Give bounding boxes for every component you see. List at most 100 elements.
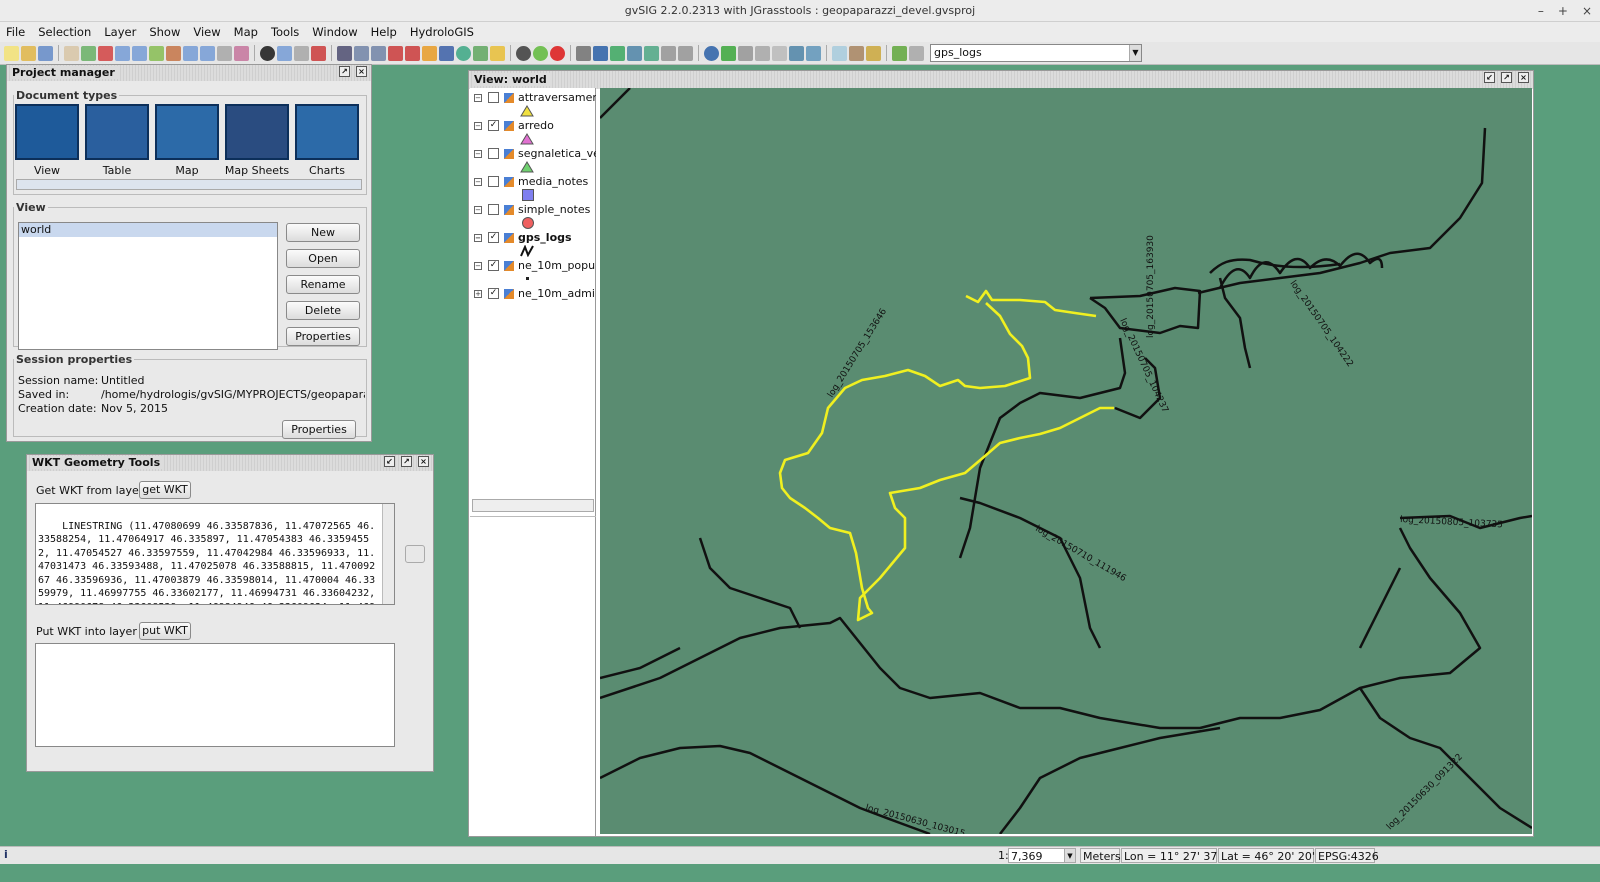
export-icon[interactable]	[627, 45, 642, 61]
views-list[interactable]: world	[18, 222, 278, 350]
undock-icon[interactable]: ↗	[401, 456, 412, 467]
info-icon[interactable]	[260, 45, 275, 61]
menu-tools[interactable]: Tools	[271, 25, 299, 39]
layer-checkbox[interactable]	[488, 92, 499, 103]
select-rect-icon[interactable]	[354, 45, 369, 61]
select-circle-icon[interactable]	[405, 45, 420, 61]
clipboard-icon[interactable]	[849, 45, 864, 61]
globe-icon[interactable]	[456, 45, 471, 61]
doc-types-scrollbar[interactable]	[16, 179, 362, 190]
layer-checkbox[interactable]: ✓	[488, 232, 499, 243]
new-button[interactable]: New	[286, 223, 360, 242]
put-wkt-text-area[interactable]	[35, 643, 395, 747]
list-item[interactable]: world	[19, 223, 277, 237]
document-icon[interactable]	[789, 45, 804, 61]
select-poly-icon[interactable]	[371, 45, 386, 61]
layer-checkbox[interactable]	[488, 148, 499, 159]
zoom-box-icon[interactable]	[217, 45, 232, 61]
minimize-button[interactable]: –	[1538, 0, 1544, 22]
chevron-down-icon[interactable]: ▼	[1064, 849, 1075, 862]
select-line-icon[interactable]	[388, 45, 403, 61]
edit-icon[interactable]	[490, 45, 505, 61]
menu-window[interactable]: Window	[312, 25, 357, 39]
world-icon[interactable]	[704, 45, 719, 61]
close-icon[interactable]: ×	[356, 66, 367, 77]
search-icon[interactable]	[806, 45, 821, 61]
alert-icon[interactable]	[550, 45, 565, 61]
wkt-text-area[interactable]: LINESTRING (11.47080699 46.33587836, 11.…	[35, 503, 395, 605]
frame-icon[interactable]	[234, 45, 249, 61]
close-icon[interactable]: ×	[1518, 72, 1529, 83]
doc-type-map-sheets[interactable]: Map Sheets	[224, 104, 290, 177]
new-project-icon[interactable]	[4, 45, 19, 61]
layer-item[interactable]: − segnaletica_ve	[470, 147, 596, 161]
collapse-icon[interactable]: −	[474, 94, 482, 102]
undock-icon[interactable]: ↗	[339, 66, 350, 77]
delete-button[interactable]: Delete	[286, 301, 360, 320]
rename-button[interactable]: Rename	[286, 275, 360, 294]
put-wkt-button[interactable]: put WKT	[139, 622, 191, 640]
doc-type-charts[interactable]: Charts	[294, 104, 360, 177]
pan-icon[interactable]	[64, 45, 79, 61]
import-icon[interactable]	[644, 45, 659, 61]
layer-checkbox[interactable]	[488, 176, 499, 187]
layer-item[interactable]: + ✓ ne_10m_admin	[470, 287, 596, 301]
add-layer-icon[interactable]	[473, 45, 488, 61]
layer-item[interactable]: − ✓ ne_10m_popul	[470, 259, 596, 273]
view-properties-button[interactable]: Properties	[286, 327, 360, 346]
layer-item[interactable]: − attraversamen	[470, 91, 596, 105]
zoom-in-icon[interactable]	[115, 45, 130, 61]
doc-type-table[interactable]: Table	[84, 104, 150, 177]
raster-icon[interactable]	[610, 45, 625, 61]
zoom-select-icon[interactable]	[98, 45, 113, 61]
map-svg[interactable]: log_20150705_153646 log_20150705_163930 …	[600, 88, 1532, 834]
menu-file[interactable]: File	[6, 25, 25, 39]
network-icon[interactable]	[678, 45, 693, 61]
wkt-scrollbar[interactable]	[382, 504, 394, 604]
collapse-icon[interactable]: −	[474, 178, 482, 186]
menu-help[interactable]: Help	[371, 25, 397, 39]
layer-edit-icon[interactable]	[892, 45, 907, 61]
layer-checkbox[interactable]: ✓	[488, 260, 499, 271]
table-icon[interactable]	[832, 45, 847, 61]
green-layer-icon[interactable]	[721, 45, 736, 61]
collapse-icon[interactable]: −	[474, 122, 482, 130]
epsg-field[interactable]: EPSG:4326	[1315, 848, 1379, 863]
minimize-icon[interactable]: ↙	[384, 456, 395, 467]
filter-icon[interactable]	[439, 45, 454, 61]
collapse-icon[interactable]: −	[474, 206, 482, 214]
layer-item[interactable]: − ✓ gps_logs	[470, 231, 596, 245]
scale-input[interactable]: 7,369 ▼	[1008, 848, 1076, 863]
close-button[interactable]: ×	[1582, 0, 1592, 22]
menu-layer[interactable]: Layer	[104, 25, 136, 39]
layer-checkbox[interactable]: ✓	[488, 120, 499, 131]
doc-type-view[interactable]: View	[14, 104, 80, 177]
chevron-down-icon[interactable]: ▼	[1129, 45, 1141, 61]
copy-icon[interactable]	[405, 545, 425, 563]
layer-item[interactable]: − simple_notes	[470, 203, 596, 217]
maximize-button[interactable]: +	[1558, 0, 1568, 22]
grid-icon[interactable]	[866, 45, 881, 61]
zoom-full-icon[interactable]	[81, 45, 96, 61]
gray-tool-icon-3[interactable]	[772, 45, 787, 61]
layer-checkbox[interactable]: ✓	[488, 288, 499, 299]
zoom-previous-icon[interactable]	[166, 45, 181, 61]
gray-tool-icon-2[interactable]	[755, 45, 770, 61]
save-project-icon[interactable]	[38, 45, 53, 61]
menu-map[interactable]: Map	[234, 25, 258, 39]
open-button[interactable]: Open	[286, 249, 360, 268]
select-buffer-icon[interactable]	[422, 45, 437, 61]
collapse-icon[interactable]: −	[474, 150, 482, 158]
tools-icon[interactable]	[576, 45, 591, 61]
graph-icon[interactable]	[661, 45, 676, 61]
collapse-icon[interactable]: −	[474, 234, 482, 242]
zoom-next-icon[interactable]	[183, 45, 198, 61]
get-wkt-button[interactable]: get WKT	[139, 481, 191, 499]
layer-item[interactable]: − ✓ arredo	[470, 119, 596, 133]
layer-combo[interactable]: gps_logs ▼	[930, 44, 1142, 62]
menu-show[interactable]: Show	[149, 25, 180, 39]
print-icon[interactable]	[294, 45, 309, 61]
select-icon[interactable]	[337, 45, 352, 61]
measure-icon[interactable]	[277, 45, 292, 61]
map-canvas[interactable]: log_20150705_153646 log_20150705_163930 …	[600, 88, 1532, 834]
